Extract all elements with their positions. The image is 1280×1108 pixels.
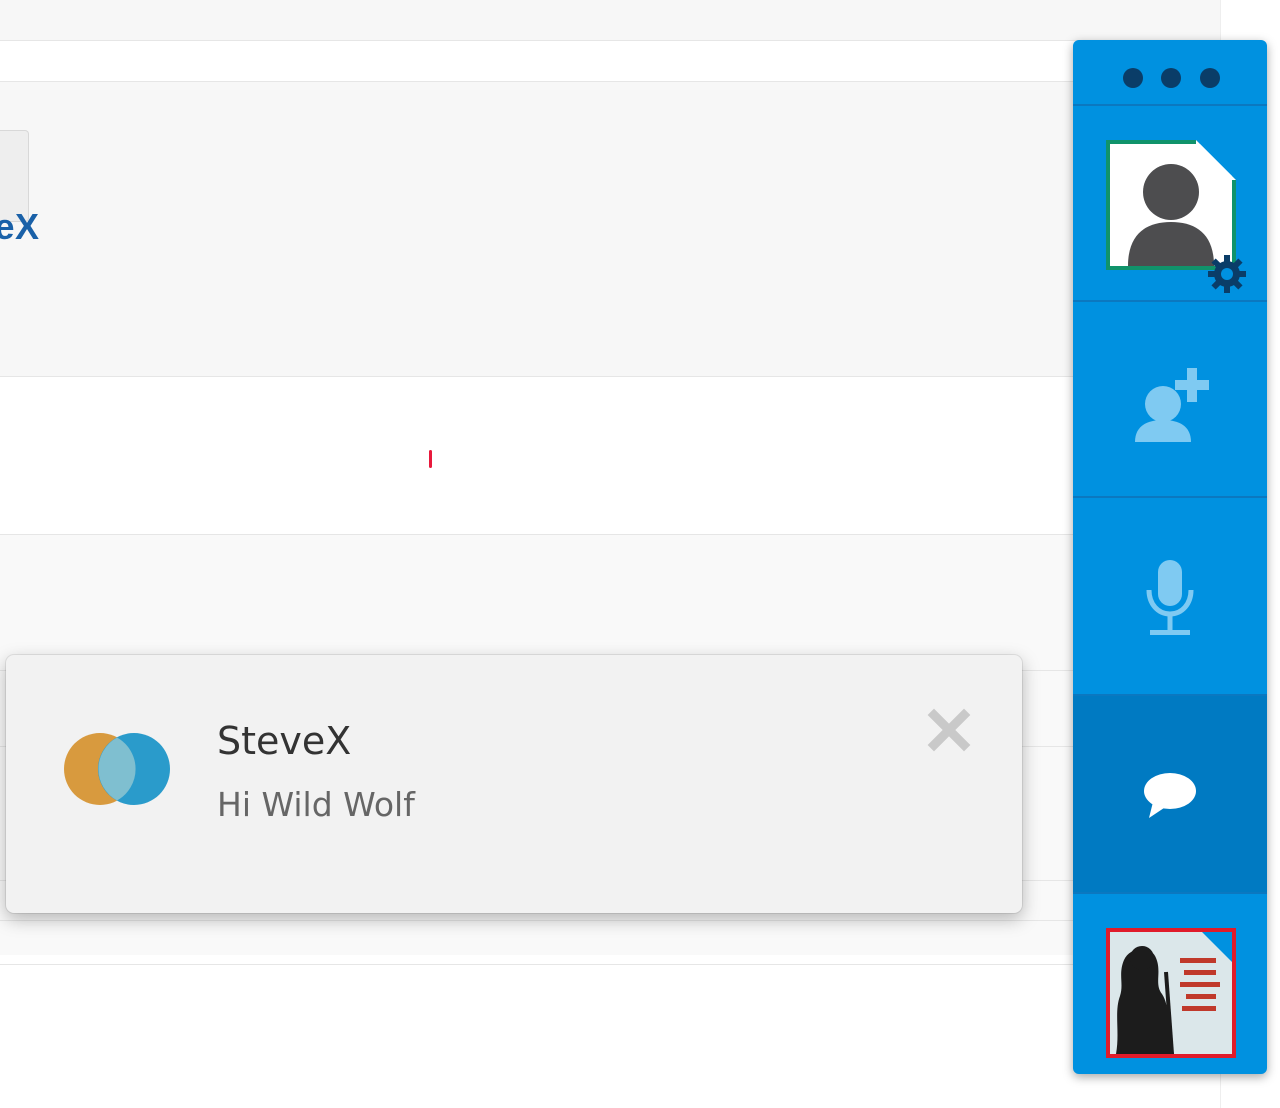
gear-icon[interactable] — [1205, 252, 1249, 296]
sidebar-menu-button[interactable] — [1073, 40, 1267, 106]
avatar — [1106, 140, 1236, 270]
close-icon[interactable] — [924, 705, 974, 755]
content-row — [0, 0, 1220, 41]
chat-button[interactable] — [1073, 696, 1267, 892]
red-indicator-mark — [429, 450, 432, 468]
more-dots-icon — [1161, 68, 1181, 88]
own-profile-button[interactable] — [1073, 106, 1267, 300]
add-contact-button[interactable] — [1073, 302, 1267, 496]
row-divider — [0, 920, 1220, 921]
avatar-corner-fold — [1196, 140, 1236, 180]
content-row — [0, 82, 1220, 377]
app-logo-icon — [64, 733, 170, 805]
message-notification[interactable]: SteveX Hi Wild Wolf — [6, 655, 1022, 913]
add-contact-icon — [1135, 368, 1209, 442]
content-row — [0, 377, 1220, 535]
background-contact-name[interactable]: veX — [0, 206, 40, 248]
contact-avatar-picture — [1110, 932, 1232, 1054]
content-row — [0, 41, 1220, 82]
chat-sidebar — [1073, 40, 1267, 1074]
contact-avatar-button[interactable] — [1073, 894, 1267, 1074]
notification-sender: SteveX — [217, 719, 352, 763]
microphone-icon — [1146, 560, 1194, 635]
chat-bubble-icon — [1144, 773, 1196, 818]
more-dots-icon — [1123, 68, 1143, 88]
more-dots-icon — [1200, 68, 1220, 88]
row-divider — [0, 964, 1220, 965]
contact-avatar-image — [1106, 928, 1236, 1058]
voice-call-button[interactable] — [1073, 498, 1267, 694]
notification-message: Hi Wild Wolf — [217, 785, 415, 824]
